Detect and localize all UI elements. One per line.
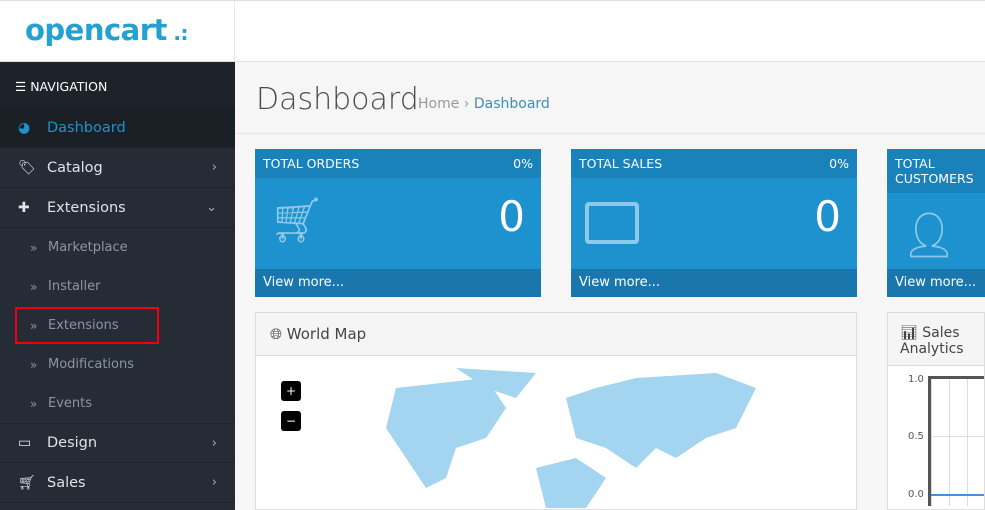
world-map-panel: 🌐︎ World Map + − — [255, 312, 857, 510]
sales-chart — [928, 376, 984, 506]
sidebar-item-extensions[interactable]: ✚ Extensions ⌄ — [0, 188, 235, 228]
sidebar-sub-extensions[interactable]: » Extensions — [15, 307, 159, 344]
bar-chart-icon: 📊︎ — [900, 325, 918, 341]
view-more-link[interactable]: View more... — [887, 269, 985, 297]
world-map[interactable] — [336, 368, 756, 508]
sidebar-item-dashboard[interactable]: ◕ Dashboard — [0, 108, 235, 148]
tile-title: TOTAL ORDERS — [263, 156, 360, 171]
header: opencart .: — [0, 0, 985, 62]
tile-total-orders: TOTAL ORDERS 0% 🛒︎ 0 View more... — [255, 149, 541, 297]
view-more-link[interactable]: View more... — [571, 269, 857, 297]
user-icon: 👤︎ — [901, 210, 957, 261]
sidebar-item-design[interactable]: ▭ Design › — [0, 423, 235, 463]
double-chevron-icon: » — [30, 318, 38, 333]
y-tick: 0.0 — [908, 489, 924, 500]
tile-title: TOTAL SALES — [579, 156, 663, 171]
double-chevron-icon: » — [30, 240, 38, 255]
chevron-right-icon: › — [211, 435, 217, 451]
sales-line — [931, 494, 984, 496]
tile-total-customers: TOTAL CUSTOMERS 👤︎ View more... — [887, 149, 985, 297]
logo[interactable]: opencart .: — [25, 13, 188, 47]
sidebar-sub-events[interactable]: » Events — [0, 384, 235, 423]
cart-icon: 🛒︎ — [18, 474, 36, 491]
breadcrumb: Home › Dashboard — [418, 96, 550, 112]
view-more-link[interactable]: View more... — [255, 269, 541, 297]
double-chevron-icon: » — [30, 279, 38, 294]
sidebar-sub-marketplace[interactable]: » Marketplace — [0, 228, 235, 267]
sidebar-item-sales[interactable]: 🛒︎ Sales › — [0, 463, 235, 503]
sidebar-item-catalog[interactable]: 🏷︎ Catalog › — [0, 148, 235, 188]
chevron-right-icon: › — [211, 160, 217, 175]
tag-icon: 🏷︎ — [18, 159, 36, 176]
double-chevron-icon: » — [30, 396, 38, 411]
tile-percent: 0% — [829, 156, 849, 171]
chevron-down-icon: ⌄ — [206, 200, 217, 215]
sidebar-sub-modifications[interactable]: » Modifications — [0, 345, 235, 384]
navigation-heading: ☰ NAVIGATION — [0, 62, 235, 108]
sidebar-sub-installer[interactable]: » Installer — [0, 267, 235, 306]
tile-value: 0 — [814, 192, 841, 241]
gridline — [931, 436, 984, 437]
y-tick: 1.0 — [908, 374, 924, 385]
dashboard-icon: ◕ — [18, 119, 31, 136]
tile-percent: 0% — [513, 156, 533, 171]
chevron-right-icon: › — [211, 475, 217, 490]
logo-area: opencart .: — [0, 1, 235, 62]
breadcrumb-home[interactable]: Home — [418, 96, 459, 112]
y-tick: 0.5 — [908, 431, 924, 442]
credit-card-icon — [585, 202, 639, 244]
cart-icon: 🛒︎ — [269, 195, 325, 246]
tile-title: TOTAL CUSTOMERS — [895, 156, 974, 186]
zoom-in-button[interactable]: + — [281, 381, 301, 401]
sales-analytics-panel: 📊︎ Sales Analytics 1.0 0.5 0.0 — [887, 312, 985, 510]
divider — [235, 133, 985, 134]
puzzle-icon: ✚ — [18, 199, 30, 216]
panel-title: World Map — [286, 325, 367, 343]
sidebar: ☰ NAVIGATION ◕ Dashboard 🏷︎ Catalog › ✚ Exte… — [0, 62, 235, 510]
globe-icon: 🌐︎ — [270, 325, 283, 343]
double-chevron-icon: » — [30, 357, 38, 372]
tile-value: 0 — [498, 192, 525, 241]
breadcrumb-dashboard[interactable]: Dashboard — [474, 96, 550, 112]
desktop-icon: ▭ — [18, 435, 32, 451]
zoom-out-button[interactable]: − — [281, 411, 301, 431]
page-title: Dashboard — [256, 82, 419, 117]
tile-total-sales: TOTAL SALES 0% 0 View more... — [571, 149, 857, 297]
